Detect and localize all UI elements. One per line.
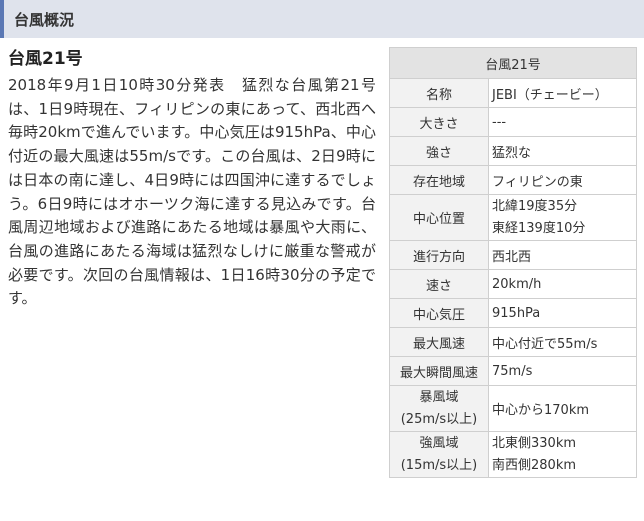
- table-row: 最大風速 中心付近で55m/s: [389, 327, 637, 357]
- latitude-value: 北緯19度35分: [492, 198, 578, 214]
- row-value-max-wind: 中心付近で55m/s: [488, 327, 637, 357]
- northeast-radius: 北東側330km: [492, 435, 577, 451]
- row-value-center-position: 北緯19度35分 東経139度10分: [488, 194, 637, 241]
- row-value-size: ---: [488, 107, 637, 137]
- table-row: 速さ 20km/h: [389, 269, 637, 299]
- row-value-pressure: 915hPa: [488, 298, 637, 328]
- southwest-radius: 南西側280km: [492, 457, 577, 473]
- section-title: 台風概況: [14, 10, 75, 29]
- row-value-max-gust: 75m/s: [488, 356, 637, 386]
- row-label-max-wind: 最大風速: [389, 327, 489, 357]
- row-value-direction: 西北西: [488, 240, 637, 270]
- row-label-pressure: 中心気圧: [389, 298, 489, 328]
- table-row: 進行方向 西北西: [389, 240, 637, 270]
- section-header: 台風概況: [0, 0, 644, 38]
- longitude-value: 東経139度10分: [492, 220, 586, 236]
- typhoon-title: 台風21号: [8, 49, 83, 69]
- row-label-center-position: 中心位置: [389, 194, 489, 241]
- strong-wind-area-threshold: (15m/s以上): [400, 457, 478, 473]
- table-row: 最大瞬間風速 75m/s: [389, 356, 637, 386]
- row-value-storm-area: 中心から170km: [488, 385, 637, 432]
- table-row: 強風域 (15m/s以上) 北東側330km 南西側280km: [389, 431, 637, 478]
- table-row: 中心気圧 915hPa: [389, 298, 637, 328]
- typhoon-report-text: 2018年9月1日10時30分発表 猛烈な台風第21号は、1日9時現在、フィリピ…: [8, 76, 376, 308]
- row-value-name: JEBI（チェービー）: [488, 78, 637, 108]
- table-row: 存在地域 フィリピンの東: [389, 165, 637, 195]
- table-row: 大きさ ---: [389, 107, 637, 137]
- table-row: 名称 JEBI（チェービー）: [389, 78, 637, 108]
- row-label-intensity: 強さ: [389, 136, 489, 166]
- row-value-region: フィリピンの東: [488, 165, 637, 195]
- strong-wind-area-label: 強風域: [419, 435, 459, 451]
- row-label-storm-area: 暴風域 (25m/s以上): [389, 385, 489, 432]
- typhoon-summary: 台風21号 2018年9月1日10時30分発表 猛烈な台風第21号は、1日9時現…: [8, 46, 376, 311]
- row-label-direction: 進行方向: [389, 240, 489, 270]
- storm-area-threshold: (25m/s以上): [400, 411, 478, 427]
- table-row: 中心位置 北緯19度35分 東経139度10分: [389, 194, 637, 241]
- storm-area-label: 暴風域: [419, 389, 459, 405]
- row-value-speed: 20km/h: [488, 269, 637, 299]
- row-label-max-gust: 最大瞬間風速: [389, 356, 489, 386]
- row-label-speed: 速さ: [389, 269, 489, 299]
- row-value-intensity: 猛烈な: [488, 136, 637, 166]
- table-row: 強さ 猛烈な: [389, 136, 637, 166]
- table-caption: 台風21号: [389, 47, 637, 79]
- row-label-strong-wind-area: 強風域 (15m/s以上): [389, 431, 489, 478]
- row-label-size: 大きさ: [389, 107, 489, 137]
- row-value-strong-wind-area: 北東側330km 南西側280km: [488, 431, 637, 478]
- row-label-name: 名称: [389, 78, 489, 108]
- table-row: 暴風域 (25m/s以上) 中心から170km: [389, 385, 637, 432]
- typhoon-info-table: 台風21号 名称 JEBI（チェービー） 大きさ --- 強さ 猛烈な 存在地域…: [389, 47, 637, 478]
- row-label-region: 存在地域: [389, 165, 489, 195]
